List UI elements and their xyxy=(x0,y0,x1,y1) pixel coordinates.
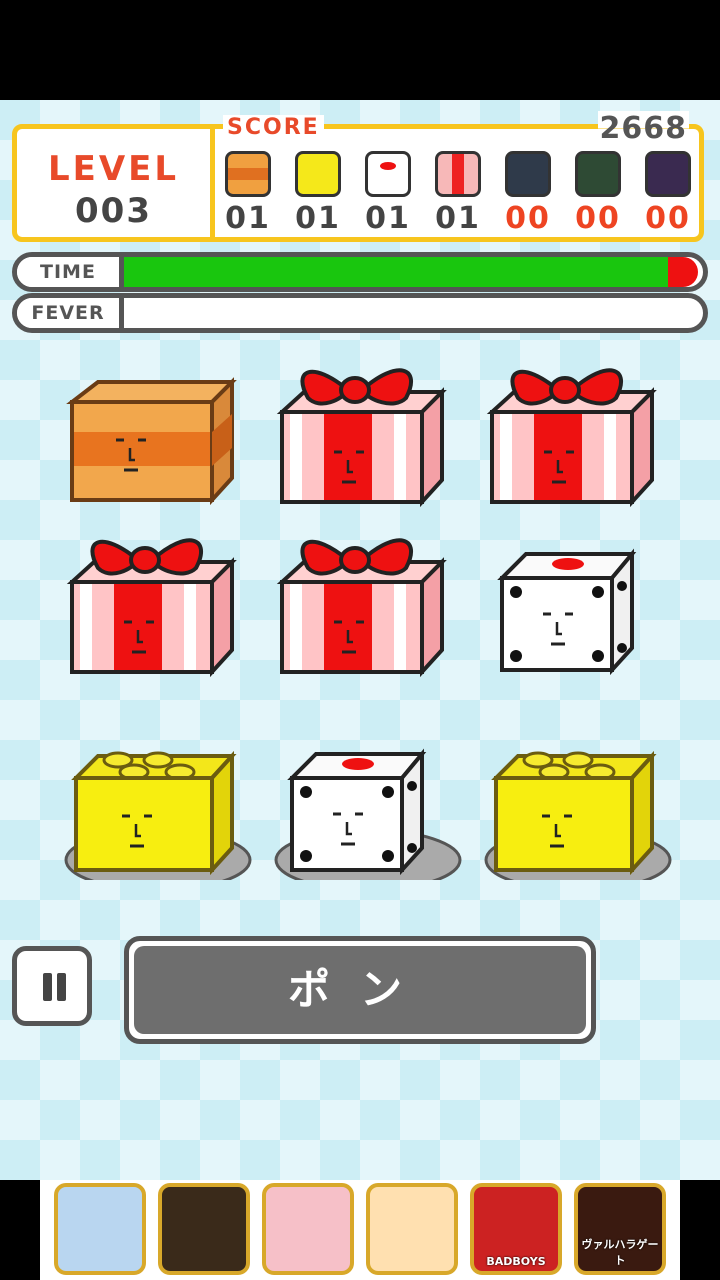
level-value: 003 xyxy=(75,191,152,231)
gift-box-tile xyxy=(272,520,462,680)
gift-box-icon xyxy=(276,368,447,508)
counter-value: 01 xyxy=(435,201,481,236)
counter-navy-box: 00 xyxy=(501,151,555,236)
hud-panel: LEVEL 003 SCORE 2668 01 01 01 01 00 00 00 xyxy=(12,111,704,242)
yellow-block-icon xyxy=(64,750,252,892)
counter-gift-box: 01 xyxy=(431,151,485,236)
time-label: TIME xyxy=(17,257,124,287)
cardboard-box-tile xyxy=(62,350,252,510)
white-dice-icon xyxy=(365,151,411,197)
white-dice-icon xyxy=(497,548,637,676)
counter-value: 00 xyxy=(645,201,691,236)
ad-app-icon[interactable]: BADBOYS xyxy=(470,1183,562,1275)
white-dice-tile xyxy=(482,520,672,680)
time-bar: TIME xyxy=(12,252,708,292)
ad-app-icon[interactable] xyxy=(54,1183,146,1275)
ad-label: ヴァルハラゲート xyxy=(581,1238,659,1267)
gift-box-tile xyxy=(62,520,252,680)
ad-banner: BADBOYS ヴァルハラゲート xyxy=(0,1180,720,1280)
green-box-icon xyxy=(575,151,621,197)
yellow-block-icon xyxy=(295,151,341,197)
pause-icon-bar xyxy=(57,973,66,1001)
gift-box-tile xyxy=(482,350,672,510)
fever-label: FEVER xyxy=(17,298,124,328)
gift-box-icon xyxy=(66,538,237,678)
gift-box-icon xyxy=(435,151,481,197)
counter-green-box: 00 xyxy=(571,151,625,236)
score-value: 2668 xyxy=(597,111,689,146)
ad-app-icon[interactable] xyxy=(262,1183,354,1275)
pon-label: ポン xyxy=(134,946,586,1034)
game-area: LEVEL 003 SCORE 2668 01 01 01 01 00 00 00 TIME… xyxy=(0,100,720,1180)
pause-icon xyxy=(43,973,52,1001)
ad-label: BADBOYS xyxy=(486,1255,546,1268)
pon-button[interactable]: ポン xyxy=(124,936,596,1044)
counter-value: 01 xyxy=(295,201,341,236)
ad-app-icon[interactable]: ヴァルハラゲート xyxy=(574,1183,666,1275)
fever-bar: FEVER xyxy=(12,293,708,333)
white-dice-tile xyxy=(272,720,462,892)
counter-value: 01 xyxy=(365,201,411,236)
counter-yellow-block: 01 xyxy=(291,151,345,236)
cardboard-box-icon xyxy=(225,151,271,197)
purple-box-icon xyxy=(645,151,691,197)
time-tip xyxy=(668,257,698,287)
ad-app-icon[interactable] xyxy=(158,1183,250,1275)
gift-box-icon xyxy=(276,538,447,678)
white-dice-icon xyxy=(274,748,462,892)
counter-cardboard-box: 01 xyxy=(221,151,275,236)
yellow-block-icon xyxy=(484,750,672,892)
cardboard-box-icon xyxy=(66,377,237,506)
level-label: LEVEL xyxy=(47,149,180,189)
time-fill xyxy=(124,257,676,287)
ad-strip: BADBOYS ヴァルハラゲート xyxy=(40,1180,680,1280)
counter-white-dice: 01 xyxy=(361,151,415,236)
pause-button[interactable] xyxy=(12,946,92,1026)
counter-purple-box: 00 xyxy=(641,151,695,236)
yellow-block-tile xyxy=(482,720,672,892)
counter-value: 01 xyxy=(225,201,271,236)
counter-value: 00 xyxy=(505,201,551,236)
navy-box-icon xyxy=(505,151,551,197)
gift-box-icon xyxy=(486,368,657,508)
score-label: SCORE xyxy=(223,115,324,140)
status-bar xyxy=(0,0,720,100)
gift-box-tile xyxy=(272,350,462,510)
yellow-block-tile xyxy=(62,720,252,892)
level-box: LEVEL 003 xyxy=(17,129,215,237)
counter-value: 00 xyxy=(575,201,621,236)
ad-app-icon[interactable] xyxy=(366,1183,458,1275)
